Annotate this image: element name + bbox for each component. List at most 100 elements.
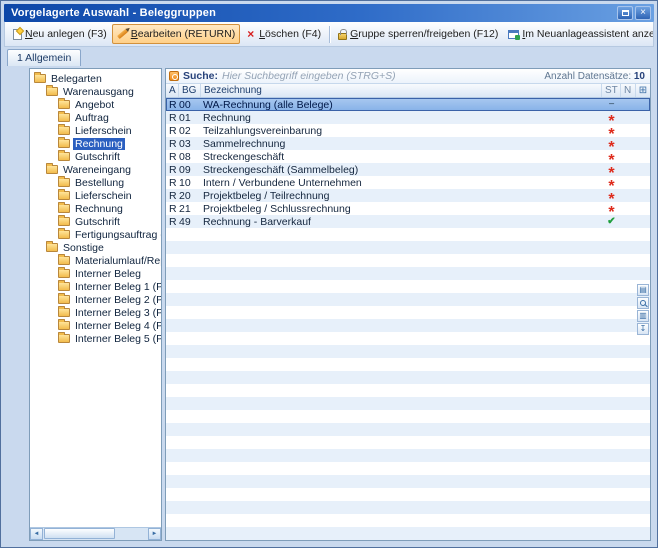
folder-icon <box>58 321 70 330</box>
table-row-empty[interactable] <box>166 254 650 267</box>
tree-item-materialumlauf-reparatur[interactable]: Materialumlauf/Reparatur <box>30 254 161 267</box>
tree-item-belegarten[interactable]: Belegarten <box>30 72 161 85</box>
tree-item-interner-beleg-4-pps[interactable]: Interner Beleg 4 (PPS) <box>30 319 161 332</box>
table-row-empty[interactable] <box>166 384 650 397</box>
table-row-10[interactable]: R10Intern / Verbundene Unternehmen* <box>166 176 650 189</box>
tree-item-label: Warenausgang <box>61 86 136 98</box>
table-row-empty[interactable] <box>166 436 650 449</box>
column-header-st[interactable]: ST <box>602 84 621 97</box>
table-row-empty[interactable] <box>166 449 650 462</box>
table-row-00[interactable]: R00WA-Rechnung (alle Belege)− <box>166 98 650 111</box>
tab-allgemein[interactable]: 1 Allgemein <box>7 49 81 66</box>
table-row-empty[interactable] <box>166 267 650 280</box>
table-row-empty[interactable] <box>166 488 650 501</box>
table-row-01[interactable]: R01Rechnung* <box>166 111 650 124</box>
column-header-bezeichnung[interactable]: Bezeichnung <box>201 84 602 97</box>
tree-item-label: Auftrag <box>73 112 111 124</box>
delete-button[interactable]: × Löschen (F4) <box>240 24 326 44</box>
table-row-empty[interactable] <box>166 280 650 293</box>
table-row-empty[interactable] <box>166 319 650 332</box>
tree-item-rechnung[interactable]: Rechnung <box>30 137 161 150</box>
scroll-left-button[interactable]: ◄ <box>30 528 43 540</box>
assistant-toggle-button[interactable]: Im Neuanlageassistent anzeigen/sperren <box>503 24 654 44</box>
tree-item-interner-beleg-1-pps[interactable]: Interner Beleg 1 (PPS) <box>30 280 161 293</box>
tree-item-gutschrift[interactable]: Gutschrift <box>30 215 161 228</box>
tree-item-bestellung[interactable]: Bestellung <box>30 176 161 189</box>
dialog-window: Vorgelagerte Auswahl - Beleggruppen × Ne… <box>0 0 658 548</box>
tree-item-warenausgang[interactable]: Warenausgang <box>30 85 161 98</box>
table-row-empty[interactable] <box>166 332 650 345</box>
table-row-empty[interactable] <box>166 527 650 540</box>
table-row-empty[interactable] <box>166 423 650 436</box>
tree-item-interner-beleg-3-pps[interactable]: Interner Beleg 3 (PPS) <box>30 306 161 319</box>
cell-a: R <box>166 216 179 228</box>
cell-a: R <box>166 151 179 163</box>
scroll-right-button[interactable]: ► <box>148 528 161 540</box>
scrollbar-thumb[interactable] <box>44 528 115 539</box>
tree-item-rechnung[interactable]: Rechnung <box>30 202 161 215</box>
table-row-21[interactable]: R21Projektbeleg / Schlussrechnung* <box>166 202 650 215</box>
table-view-button[interactable]: ▤ <box>637 284 649 296</box>
tree-item-wareneingang[interactable]: Wareneingang <box>30 163 161 176</box>
folder-icon <box>58 308 70 317</box>
tree-item-gutschrift[interactable]: Gutschrift <box>30 150 161 163</box>
table-row-empty[interactable] <box>166 462 650 475</box>
close-button[interactable]: × <box>635 6 651 20</box>
tree-item-angebot[interactable]: Angebot <box>30 98 161 111</box>
filter-button[interactable]: ▥ <box>637 310 649 322</box>
table-row-empty[interactable] <box>166 241 650 254</box>
tree-horizontal-scrollbar[interactable]: ◄ ► <box>30 527 161 540</box>
folder-icon <box>58 113 70 122</box>
locked-icon: * <box>608 145 614 150</box>
table-row-empty[interactable] <box>166 306 650 319</box>
column-header-bg[interactable]: BG <box>179 84 201 97</box>
table-row-20[interactable]: R20Projektbeleg / Teilrechnung* <box>166 189 650 202</box>
column-header-a[interactable]: A <box>166 84 179 97</box>
restore-button[interactable] <box>617 6 633 20</box>
search-button[interactable] <box>637 297 649 309</box>
cell-name: Projektbeleg / Schlussrechnung <box>201 203 602 215</box>
search-input-placeholder[interactable]: Hier Suchbegriff eingeben (STRG+S) <box>222 70 396 82</box>
table-row-empty[interactable] <box>166 514 650 527</box>
table-row-empty[interactable] <box>166 345 650 358</box>
folder-icon <box>34 74 46 83</box>
column-header-n[interactable]: N <box>621 84 636 97</box>
table-row-empty[interactable] <box>166 228 650 241</box>
locked-icon: * <box>608 158 614 163</box>
folder-icon <box>46 165 58 174</box>
search-bar[interactable]: Suche: Hier Suchbegriff eingeben (STRG+S… <box>166 69 650 84</box>
new-button[interactable]: Neu anlegen (F3) <box>8 24 112 44</box>
tree-item-lieferschein[interactable]: Lieferschein <box>30 124 161 137</box>
table-row-empty[interactable] <box>166 501 650 514</box>
tree-item-sonstige[interactable]: Sonstige <box>30 241 161 254</box>
tree-item-interner-beleg-5-pps[interactable]: Interner Beleg 5 (PPS) <box>30 332 161 345</box>
assistant-window-icon <box>508 30 519 39</box>
go-to-end-button[interactable]: ↧ <box>637 323 649 335</box>
edit-pencil-icon <box>117 29 128 39</box>
tree-item-auftrag[interactable]: Auftrag <box>30 111 161 124</box>
table-row-03[interactable]: R03Sammelrechnung* <box>166 137 650 150</box>
tree-item-fertigungsauftrag-pps[interactable]: Fertigungsauftrag (PPS) <box>30 228 161 241</box>
tree-item-interner-beleg-2-pps[interactable]: Interner Beleg 2 (PPS) <box>30 293 161 306</box>
table-row-02[interactable]: R02Teilzahlungsvereinbarung* <box>166 124 650 137</box>
table-row-empty[interactable] <box>166 397 650 410</box>
folder-icon <box>58 295 70 304</box>
table-row-49[interactable]: R49Rechnung - Barverkauf✔ <box>166 215 650 228</box>
tree-item-interner-beleg[interactable]: Interner Beleg <box>30 267 161 280</box>
table-row-empty[interactable] <box>166 410 650 423</box>
table-row-empty[interactable] <box>166 358 650 371</box>
table-row-empty[interactable] <box>166 293 650 306</box>
cell-bg: 20 <box>179 190 201 202</box>
titlebar[interactable]: Vorgelagerte Auswahl - Beleggruppen × <box>4 4 654 22</box>
edit-button[interactable]: Bearbeiten (RETURN) <box>112 24 240 44</box>
lock-group-button[interactable]: Gruppe sperren/freigeben (F12) <box>333 24 503 44</box>
table-row-08[interactable]: R08Streckengeschäft* <box>166 150 650 163</box>
table-row-empty[interactable] <box>166 371 650 384</box>
table-row-empty[interactable] <box>166 475 650 488</box>
grid-settings-button[interactable]: ⊞ <box>636 84 650 97</box>
table-row-09[interactable]: R09Streckengeschäft (Sammelbeleg)* <box>166 163 650 176</box>
folder-icon <box>58 191 70 200</box>
folder-icon <box>46 243 58 252</box>
scrollbar-track[interactable] <box>43 528 148 540</box>
tree-item-lieferschein[interactable]: Lieferschein <box>30 189 161 202</box>
